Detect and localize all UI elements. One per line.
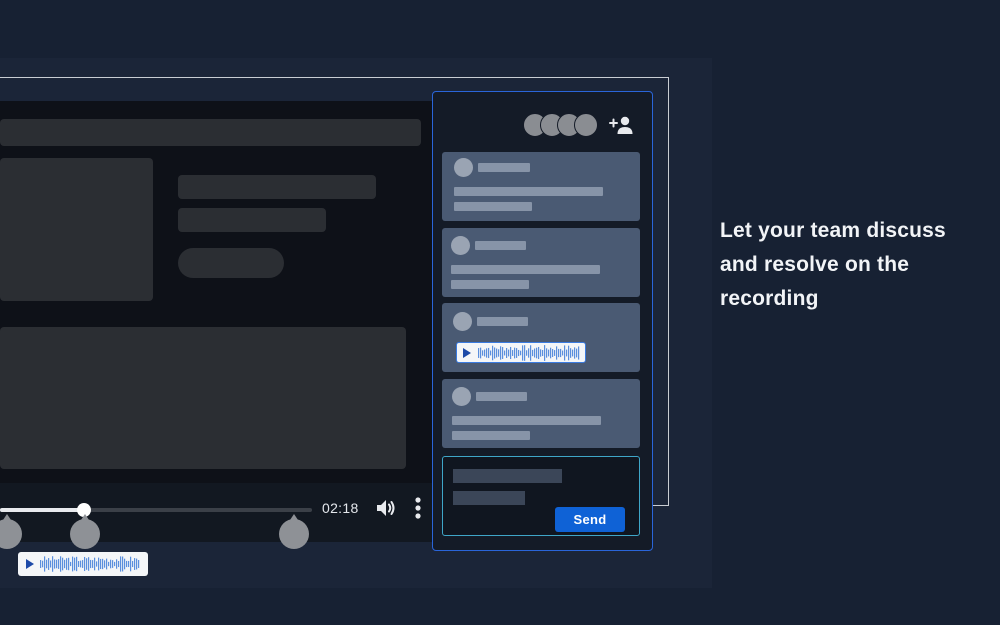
headline-line: recording [720,287,819,310]
waveform-graphic [40,556,140,572]
comment-author-placeholder [475,241,526,250]
more-vertical-icon[interactable] [412,496,424,525]
headline: Let your team discuss and resolve on the… [720,214,980,316]
comment-avatar [454,158,473,177]
composer-text-placeholder [453,469,562,483]
play-icon[interactable] [463,348,471,358]
timeline-comment-marker[interactable] [279,514,309,549]
waveform-graphic [478,345,580,361]
placeholder-header-bar [0,119,421,146]
headline-line: and resolve on the [720,253,910,276]
comment-avatar [453,312,472,331]
placeholder-text-line [178,175,376,199]
headline-line: Let your team discuss [720,219,946,242]
avatar [574,113,598,137]
placeholder-button [178,248,284,278]
play-icon[interactable] [26,559,34,569]
composer-text-placeholder [453,491,525,505]
video-player [0,101,436,542]
comment-avatar [451,236,470,255]
volume-icon[interactable] [375,497,397,524]
participant-avatars[interactable] [523,113,613,137]
comment-author-placeholder [477,317,528,326]
timeline-comment-marker[interactable] [70,514,100,549]
audio-comment-clip[interactable] [456,342,586,363]
current-time: 02:18 [322,500,359,516]
comment-card[interactable] [442,152,640,221]
comment-text-placeholder [454,202,532,211]
timeline-progress [0,508,84,512]
video-screen[interactable] [0,101,436,483]
comment-author-placeholder [478,163,530,172]
placeholder-content-block [0,327,406,469]
comment-text-placeholder [451,280,529,289]
add-user-icon[interactable] [609,115,635,142]
comment-card[interactable] [442,379,640,448]
placeholder-image-block [0,158,153,301]
placeholder-text-line [178,208,326,232]
comment-text-placeholder [454,187,603,196]
marketing-slide: 02:18 Send Let your team discuss and res… [0,0,1000,625]
send-button[interactable]: Send [555,507,625,532]
comment-card[interactable] [442,228,640,297]
comment-text-placeholder [452,431,530,440]
comment-text-placeholder [452,416,601,425]
comment-author-placeholder [476,392,527,401]
comment-text-placeholder [451,265,600,274]
audio-comment-clip[interactable] [18,552,148,576]
comment-avatar [452,387,471,406]
